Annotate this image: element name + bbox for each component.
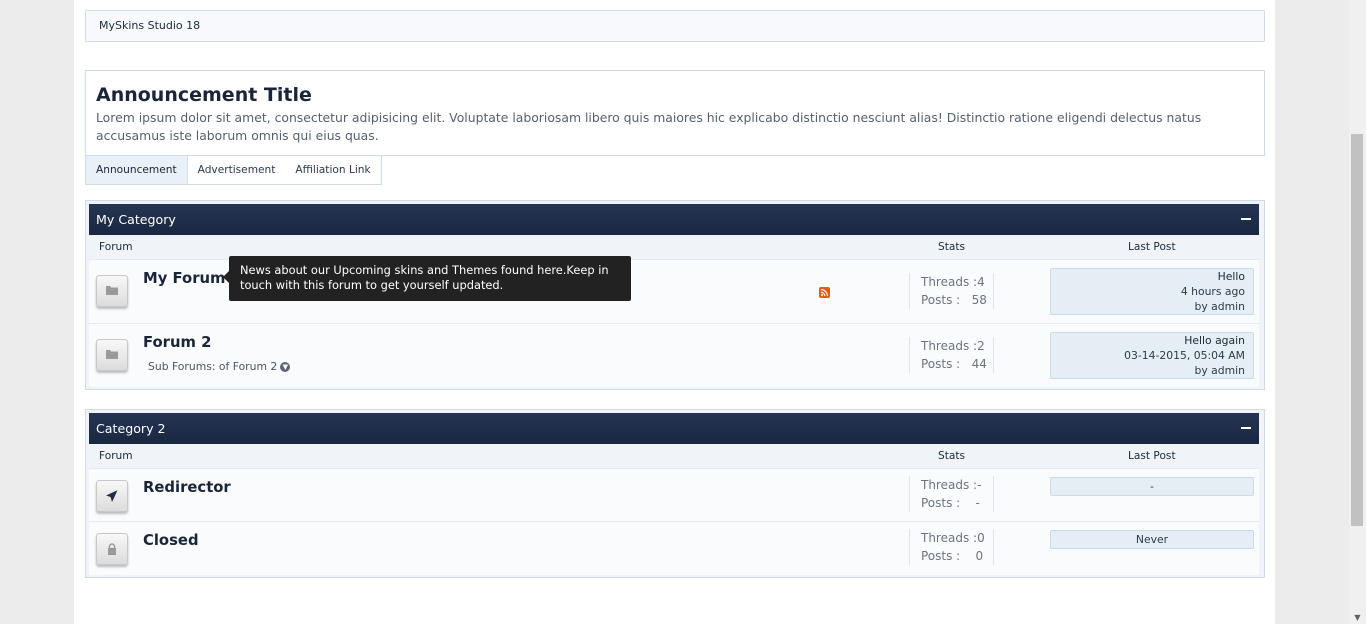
collapse-icon[interactable] — [1241, 218, 1251, 220]
scroll-down-arrow-icon[interactable]: ▼ — [1349, 613, 1366, 622]
subforums-toggle[interactable]: Sub Forums: of Forum 2 ▼ — [148, 360, 291, 373]
forum-title-link[interactable]: Forum 2 — [143, 334, 211, 351]
forum-row: Redirector Threads :- Posts : - - — [89, 468, 1259, 521]
column-forum: Forum — [99, 241, 133, 253]
tab-advertisement[interactable]: Advertisement — [188, 156, 286, 184]
thread-count: Threads :0 — [921, 531, 985, 545]
breadcrumb: MySkins Studio 18 — [85, 10, 1265, 42]
collapse-icon[interactable] — [1241, 427, 1251, 429]
announcement-title: Announcement Title — [96, 84, 312, 106]
thread-count: Threads :2 — [921, 339, 985, 353]
post-count-label: Posts : — [921, 357, 961, 371]
column-headers: Forum Stats Last Post — [89, 445, 1259, 467]
category-title[interactable]: Category 2 — [96, 413, 166, 444]
last-post-box: Never — [1050, 530, 1254, 549]
last-post-time: 4 hours ago — [1180, 285, 1245, 298]
lock-icon[interactable] — [96, 533, 128, 565]
forum-stats: Threads :2 Posts : 44 — [909, 337, 994, 373]
scrollbar-thumb[interactable] — [1351, 134, 1363, 526]
folder-icon[interactable] — [96, 339, 128, 371]
vertical-scrollbar[interactable]: ▼ — [1349, 0, 1366, 624]
post-count-label: Posts : — [921, 549, 961, 563]
column-headers: Forum Stats Last Post — [89, 236, 1259, 258]
post-count-row: Posts : 58 — [910, 291, 993, 309]
post-count: - — [975, 496, 980, 510]
forum-stats: Threads :0 Posts : 0 — [909, 529, 994, 565]
thread-count: Threads :4 — [921, 275, 985, 289]
announcement-panel: Announcement Title Lorem ipsum dolor sit… — [85, 70, 1265, 156]
column-last-post: Last Post — [1128, 241, 1176, 253]
breadcrumb-home-link[interactable]: MySkins Studio 18 — [86, 11, 213, 41]
forum-title-link[interactable]: My Forum — [143, 270, 225, 287]
category-header: Category 2 — [89, 413, 1259, 444]
last-post-author[interactable]: by admin — [1051, 299, 1253, 314]
post-count-row: Posts : - — [910, 494, 993, 512]
announcement-tabs: Announcement Advertisement Affiliation L… — [85, 156, 382, 185]
column-last-post: Last Post — [1128, 450, 1176, 462]
post-count-label: Posts : — [921, 293, 961, 307]
forum-stats: Threads :- Posts : - — [909, 476, 994, 512]
tab-announcement[interactable]: Announcement — [86, 156, 188, 184]
forum-title-link[interactable]: Closed — [143, 532, 199, 549]
forum-title-link[interactable]: Redirector — [143, 479, 231, 496]
post-count-label: Posts : — [921, 496, 961, 510]
tab-affiliation-link[interactable]: Affiliation Link — [285, 156, 380, 184]
last-post-box: Hello 4 hours ago by admin — [1050, 268, 1254, 315]
paper-plane-icon[interactable] — [96, 480, 128, 512]
column-stats: Stats — [938, 241, 966, 253]
announcement-text: Lorem ipsum dolor sit amet, consectetur … — [96, 110, 1202, 143]
forum-description-tooltip: News about our Upcoming skins and Themes… — [223, 256, 631, 301]
chevron-down-icon[interactable]: ▼ — [280, 362, 291, 372]
last-post-box: Hello again 03-14-2015, 05:04 AM by admi… — [1050, 332, 1254, 379]
rss-feed-icon[interactable] — [819, 287, 830, 298]
subforums-label: Sub Forums: of Forum 2 — [148, 360, 278, 373]
post-count: 0 — [975, 549, 984, 563]
last-post-author[interactable]: by admin — [1051, 363, 1253, 378]
column-stats: Stats — [938, 450, 966, 462]
forum-stats: Threads :4 Posts : 58 — [909, 273, 994, 309]
post-count: 44 — [971, 357, 987, 371]
thread-count: Threads :- — [921, 478, 982, 492]
last-post-time: 03-14-2015, 05:04 AM — [1124, 349, 1245, 362]
column-forum: Forum — [99, 450, 133, 462]
forum-row: Closed Threads :0 Posts : 0 Never — [89, 521, 1259, 575]
last-post-title-link[interactable]: Hello again — [1051, 333, 1253, 348]
post-count-row: Posts : 0 — [910, 547, 993, 565]
category-category-2: Category 2 Forum Stats Last Post Redirec… — [85, 409, 1265, 578]
forum-row: Forum 2 Sub Forums: of Forum 2 ▼ Threads … — [89, 323, 1259, 387]
last-post-box: - — [1050, 477, 1254, 496]
category-header: My Category — [89, 204, 1259, 235]
tooltip-text: News about our Upcoming skins and Themes… — [240, 263, 609, 292]
post-count-row: Posts : 44 — [910, 355, 993, 373]
category-title[interactable]: My Category — [96, 204, 176, 235]
last-post-title-link[interactable]: Hello — [1051, 269, 1253, 284]
tooltip-arrow — [223, 271, 229, 283]
folder-icon[interactable] — [96, 275, 128, 307]
post-count: 58 — [971, 293, 987, 307]
